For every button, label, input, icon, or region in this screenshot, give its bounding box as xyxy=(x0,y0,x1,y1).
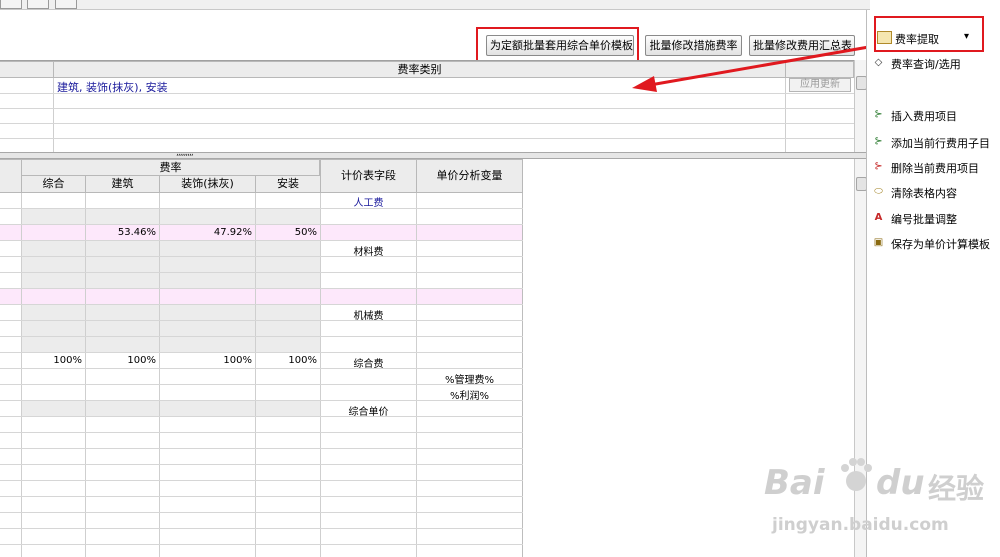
col-header-install: 安装 xyxy=(255,175,321,193)
rate-category-value[interactable]: 建筑, 装饰(抹灰), 安装 xyxy=(57,79,168,95)
watermark-brand: Bai xyxy=(764,463,825,503)
side-menu-label: 插入费用项目 xyxy=(891,110,957,123)
field-material[interactable]: 材料费 xyxy=(321,243,416,258)
grid-header-blank xyxy=(0,159,22,193)
side-menu-label: 保存为单价计算模板 xyxy=(891,238,990,251)
watermark-du: du xyxy=(876,463,925,503)
field-machine[interactable]: 机械费 xyxy=(321,307,416,322)
side-menu-label: 编号批量调整 xyxy=(891,213,957,226)
pct-decoration[interactable]: 100% xyxy=(160,355,255,366)
insert-icon: ⊱ xyxy=(874,109,883,120)
rate-building[interactable]: 53.46% xyxy=(86,227,159,238)
pane-splitter[interactable]: ,,,,,,,,, xyxy=(0,148,866,159)
watermark-jingyan: 经验 xyxy=(928,472,985,505)
red-arrow-annotation xyxy=(632,42,887,92)
delete-icon: ⊱ xyxy=(874,161,883,172)
eraser-icon: ◇ xyxy=(874,57,883,68)
toolbar-icon-button[interactable] xyxy=(27,0,49,9)
top-toolbar-strip xyxy=(0,0,870,10)
grid-header-blank xyxy=(0,61,54,78)
side-menu-label: 费率查询/选用 xyxy=(891,58,961,71)
side-menu-item-add-child[interactable]: ⊱ 添加当前行费用子目 xyxy=(867,131,1000,151)
splitter-grip[interactable]: ,,,,,,,,, xyxy=(176,148,194,158)
side-menu-item-renumber[interactable]: A 编号批量调整 xyxy=(867,207,1000,227)
pct-composite[interactable]: 100% xyxy=(22,355,85,366)
rate-decoration[interactable]: 47.92% xyxy=(160,227,255,238)
pct-install[interactable]: 100% xyxy=(256,355,320,366)
rate-group-header: 费率 xyxy=(21,159,320,176)
side-menu-item-insert[interactable]: ⊱ 插入费用项目 xyxy=(867,104,1000,124)
highlight-box xyxy=(874,16,984,52)
toolbar-icon-button[interactable] xyxy=(55,0,77,9)
side-menu-item-delete[interactable]: ⊱ 删除当前费用项目 xyxy=(867,156,1000,176)
grid-line xyxy=(53,78,54,153)
col-header-field: 计价表字段 xyxy=(320,159,417,193)
renumber-icon: A xyxy=(874,212,883,223)
var-management-fee[interactable]: %管理费% xyxy=(417,371,522,386)
side-menu-item-clear[interactable]: ⬭ 清除表格内容 xyxy=(867,181,1000,201)
side-menu-label: 清除表格内容 xyxy=(891,187,957,200)
side-menu-item-save-template[interactable]: ▣ 保存为单价计算模板 xyxy=(867,232,1000,252)
side-menu-item-rate-query[interactable]: ◇ 费率查询/选用 xyxy=(867,52,1000,72)
save-template-icon: ▣ xyxy=(873,237,884,248)
col-header-decoration: 装饰(抹灰) xyxy=(159,175,256,193)
watermark: Bai du 经验 jingyan.baidu.com xyxy=(760,455,1000,555)
field-labor[interactable]: 人工费 xyxy=(321,194,416,209)
col-header-variable: 单价分析变量 xyxy=(416,159,523,193)
rate-install[interactable]: 50% xyxy=(256,227,320,238)
side-menu-label: 删除当前费用项目 xyxy=(891,162,979,175)
add-child-icon: ⊱ xyxy=(874,136,883,147)
watermark-url: jingyan.baidu.com xyxy=(772,515,949,535)
clear-icon: ⬭ xyxy=(874,186,883,197)
var-profit[interactable]: %利润% xyxy=(417,387,522,402)
fee-detail-grid: 费率 综合 建筑 装饰(抹灰) 安装 计价表字段 单价分析变量 人工费 53.4… xyxy=(0,159,854,557)
side-menu-label: 添加当前行费用子目 xyxy=(891,137,990,150)
paw-logo xyxy=(836,455,876,495)
pct-building[interactable]: 100% xyxy=(86,355,159,366)
toolbar-icon-button[interactable] xyxy=(0,0,22,9)
field-composite-fee[interactable]: 综合费 xyxy=(321,355,416,370)
field-unit-price[interactable]: 综合单价 xyxy=(321,403,416,418)
col-header-building: 建筑 xyxy=(85,175,160,193)
col-header-composite: 综合 xyxy=(21,175,86,193)
